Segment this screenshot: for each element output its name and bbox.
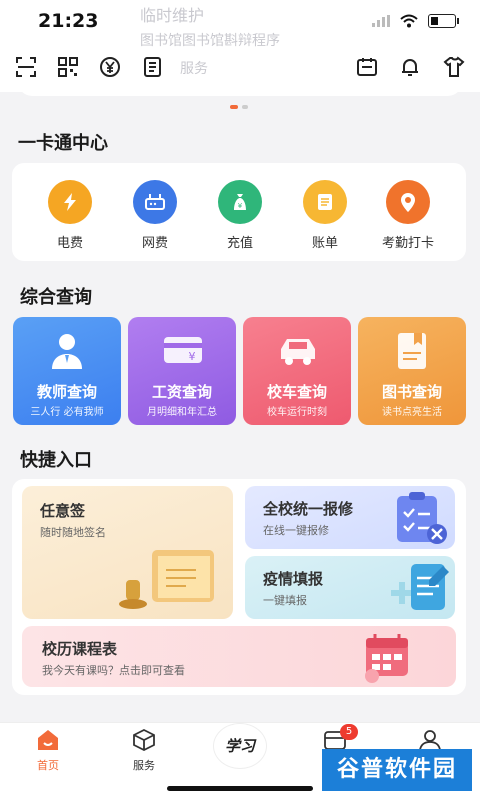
carousel-dots	[230, 105, 248, 109]
epidemic-card[interactable]: 疫情填报 一键填报	[245, 556, 455, 619]
yuan-payment-icon[interactable]	[98, 55, 122, 79]
calendar-subtitle: 我今天有课吗？点击即可查看	[42, 664, 185, 677]
query-card-title: 图书查询	[381, 383, 442, 401]
wifi-icon	[400, 14, 418, 28]
tab-service[interactable]: 服务	[114, 728, 174, 773]
qr-code-icon[interactable]	[56, 55, 80, 79]
bill-icon	[303, 180, 347, 224]
tab-label: 首页	[37, 759, 59, 772]
card-item-recharge[interactable]: ¥ 充值	[200, 180, 280, 251]
book-query-card[interactable]: 图书查询 读书点亮生活	[358, 317, 466, 425]
sign-card[interactable]: 任意签 随时随地签名	[22, 486, 233, 619]
card-item-label: 账单	[311, 236, 338, 251]
tshirt-skin-icon[interactable]	[442, 55, 466, 79]
bus-query-card[interactable]: 校车查询 校车运行时刻	[243, 317, 351, 425]
quick-title: 快捷入口	[20, 450, 92, 471]
teacher-icon	[52, 334, 82, 369]
banner-extra: 服务	[180, 61, 208, 77]
calendar-card[interactable]: 校历课程表 我今天有课吗？点击即可查看	[22, 626, 456, 687]
query-card-subtitle: 校车运行时刻	[267, 407, 327, 418]
card-center-title: 一卡通中心	[18, 133, 108, 154]
query-card-title: 工资查询	[151, 383, 212, 401]
card-item-label: 充值	[226, 236, 253, 251]
tab-label: 服务	[133, 759, 155, 772]
card-item-label: 网费	[141, 236, 168, 251]
salary-card-icon: ¥	[164, 337, 202, 363]
query-card-title: 校车查询	[266, 383, 327, 401]
sign-title: 任意签	[40, 502, 86, 520]
card-item-network[interactable]: 网费	[115, 180, 195, 251]
status-icons	[372, 14, 459, 28]
epidemic-subtitle: 一键填报	[263, 594, 307, 607]
card-item-label: 电费	[56, 236, 83, 251]
svg-text:¥: ¥	[189, 350, 196, 363]
signal-icon	[372, 15, 390, 27]
cube-icon	[133, 728, 155, 752]
query-card-subtitle: 三人行 必有我师	[30, 407, 104, 418]
query-card-title: 教师查询	[36, 383, 97, 401]
health-form-icon	[391, 564, 449, 610]
bill-list-icon[interactable]	[140, 55, 164, 79]
location-pin-icon	[386, 180, 430, 224]
query-card-subtitle: 月明细和年汇总	[147, 407, 217, 418]
salary-query-card[interactable]: ¥ 工资查询 月明细和年汇总	[128, 317, 236, 425]
book-icon	[398, 333, 426, 369]
router-icon	[133, 180, 177, 224]
calendar-title: 校历课程表	[42, 640, 118, 658]
card-item-electricity[interactable]: 电费	[30, 180, 110, 251]
card-item-bill[interactable]: 账单	[285, 180, 365, 251]
home-icon	[38, 730, 58, 750]
calendar-schedule-icon	[365, 634, 408, 683]
query-card-subtitle: 读书点亮生活	[382, 407, 442, 418]
lightning-icon	[48, 180, 92, 224]
repair-subtitle: 在线一键报修	[263, 524, 329, 537]
banner-subtitle: 图书馆图书馆斟辩程序	[140, 33, 280, 49]
bell-icon[interactable]	[398, 55, 422, 79]
repair-clipboard-icon	[397, 492, 447, 544]
svg-text:¥: ¥	[238, 202, 243, 210]
money-bag-icon: ¥	[218, 180, 262, 224]
card-item-label: 考勤打卡	[381, 236, 434, 251]
bus-icon	[281, 339, 315, 365]
banner-title: 临时维护	[140, 6, 205, 25]
scroll-document-icon	[119, 550, 214, 609]
scan-icon[interactable]	[14, 55, 38, 79]
tab-home[interactable]: 首页	[18, 728, 78, 773]
sign-subtitle: 随时随地签名	[40, 526, 106, 539]
study-logo-icon: 学习	[224, 737, 255, 755]
epidemic-title: 疫情填报	[263, 570, 324, 588]
teacher-query-card[interactable]: 教师查询 三人行 必有我师	[13, 317, 121, 425]
tab-study[interactable]: 学习	[214, 724, 266, 768]
status-time: 21:23	[38, 10, 99, 32]
watermark: 谷普软件园	[322, 749, 472, 791]
battery-icon	[428, 14, 459, 28]
message-badge: 5	[340, 724, 358, 740]
repair-title: 全校统一报修	[263, 500, 354, 518]
home-indicator	[167, 786, 313, 791]
calendar-icon[interactable]	[355, 55, 379, 79]
repair-card[interactable]: 全校统一报修 在线一键报修	[245, 486, 455, 549]
query-title: 综合查询	[20, 287, 92, 308]
card-item-attendance[interactable]: 考勤打卡	[368, 180, 448, 251]
